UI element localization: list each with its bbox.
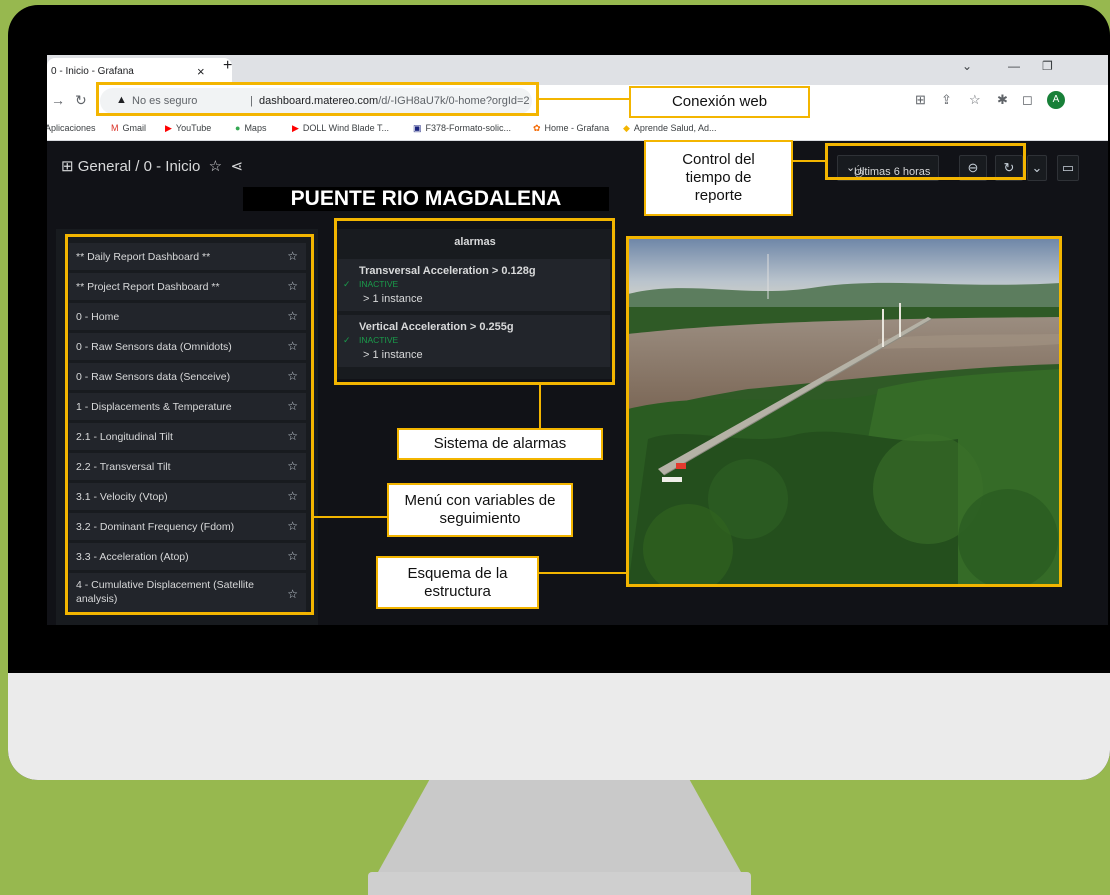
highlight-menu bbox=[65, 234, 314, 615]
connector-line bbox=[539, 385, 541, 428]
translate-icon[interactable]: ⊞ bbox=[915, 92, 926, 108]
bookmark-f378[interactable]: ▣ F378-Formato-solic... bbox=[413, 123, 511, 134]
bookmarks-bar: Aplicaciones M Gmail ▶ YouTube ● Maps ▶ DOLL… bbox=[47, 118, 1108, 141]
bookmark-maps[interactable]: ● Maps bbox=[235, 123, 266, 133]
tab-title: 0 - Inicio - Grafana bbox=[51, 66, 134, 77]
browser-tab-bar: 0 - Inicio - Grafana × + ⌄ — ❐ bbox=[47, 55, 1108, 85]
extensions-icon[interactable]: ✱ bbox=[997, 92, 1008, 108]
restore-icon[interactable]: ❐ bbox=[1042, 59, 1053, 73]
callout-structure: Esquema de la estructura bbox=[376, 556, 539, 609]
share-icon[interactable]: ⋖ bbox=[226, 158, 243, 175]
connector-line bbox=[539, 98, 629, 100]
monitor-stand-base bbox=[368, 872, 751, 895]
highlight-photo bbox=[626, 236, 1062, 587]
close-icon[interactable]: × bbox=[197, 64, 205, 79]
browser-tab[interactable]: 0 - Inicio - Grafana × bbox=[47, 58, 232, 85]
tv-mode-button[interactable]: ▭ bbox=[1057, 155, 1079, 181]
connector-line bbox=[314, 516, 387, 518]
bookmark-grafana[interactable]: ✿ Home - Grafana bbox=[533, 123, 609, 134]
bookmark-apps[interactable]: Aplicaciones bbox=[47, 123, 96, 133]
callout-menu: Menú con variables de seguimiento bbox=[387, 483, 573, 537]
page-title: PUENTE RIO MAGDALENA bbox=[290, 187, 562, 210]
highlight-address-bar bbox=[96, 82, 539, 116]
forward-icon[interactable]: → bbox=[51, 92, 65, 108]
star-icon[interactable]: ☆ bbox=[969, 92, 981, 108]
bookmark-aprende[interactable]: ◆ Aprende Salud, Ad... bbox=[623, 123, 716, 134]
new-tab-button[interactable]: + bbox=[223, 57, 232, 75]
refresh-interval-dropdown[interactable]: ⌄ bbox=[1027, 155, 1047, 181]
reload-icon[interactable]: ↻ bbox=[75, 92, 87, 109]
highlight-alarms bbox=[334, 218, 615, 385]
connector-line bbox=[539, 572, 626, 574]
monitor-chin bbox=[8, 673, 1110, 780]
callout-web-connection: Conexión web bbox=[629, 86, 810, 118]
apps-grid-icon[interactable]: ⊞ bbox=[61, 158, 74, 175]
callout-alarm-system: Sistema de alarmas bbox=[397, 428, 603, 460]
bookmark-gmail[interactable]: M Gmail bbox=[111, 123, 146, 133]
chevron-down-icon[interactable]: ⌄ bbox=[962, 59, 972, 73]
minimize-icon[interactable]: — bbox=[1008, 59, 1020, 73]
star-icon[interactable]: ☆ bbox=[204, 158, 222, 175]
bookmark-doll[interactable]: ▶ DOLL Wind Blade T... bbox=[292, 123, 389, 134]
breadcrumb-text[interactable]: General / 0 - Inicio bbox=[78, 158, 201, 175]
title-panel: PUENTE RIO MAGDALENA bbox=[243, 187, 609, 211]
breadcrumb: ⊞ General / 0 - Inicio ☆ ⋖ bbox=[61, 157, 243, 175]
connector-line bbox=[793, 160, 825, 162]
side-panel-icon[interactable]: ◻ bbox=[1022, 92, 1033, 108]
highlight-time-controls bbox=[825, 143, 1026, 180]
callout-time-control: Control del tiempo de reporte bbox=[644, 140, 793, 216]
share-icon[interactable]: ⇪ bbox=[941, 92, 952, 108]
avatar[interactable]: A bbox=[1047, 91, 1065, 109]
bookmark-youtube[interactable]: ▶ YouTube bbox=[165, 123, 211, 134]
